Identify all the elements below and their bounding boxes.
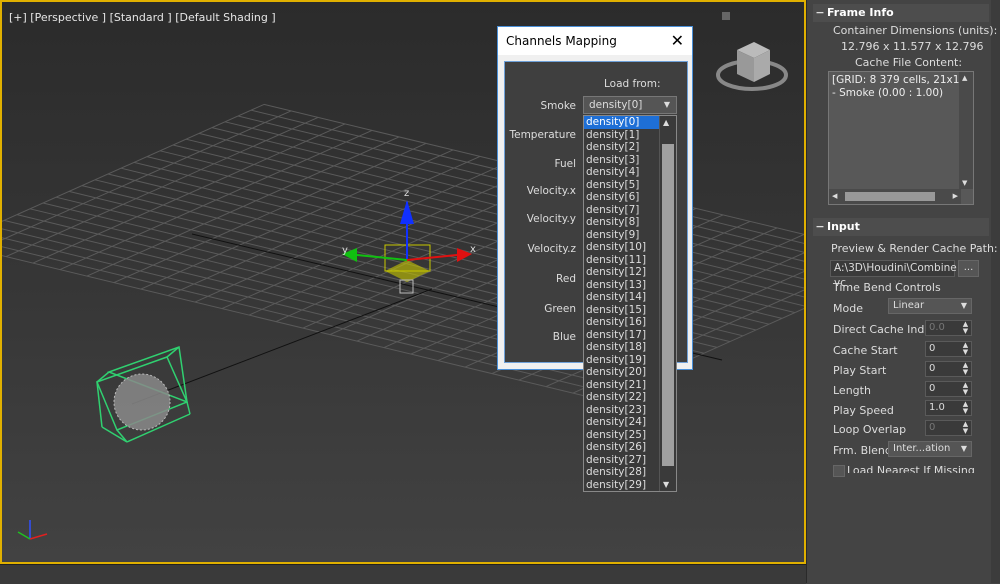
cache-start-label: Cache Start — [833, 344, 898, 357]
cache-content-label: Cache File Content: — [855, 56, 963, 69]
close-icon[interactable]: ✕ — [671, 31, 684, 50]
mode-value: Linear — [893, 300, 925, 311]
row-label-velocity-z: Velocity.z — [527, 243, 576, 255]
rollout-frame-info[interactable]: − Frame Info — [813, 4, 989, 22]
cache-path-label: Preview & Render Cache Path: — [831, 242, 998, 255]
length-value: 0 — [929, 383, 936, 394]
load-nearest-checkbox[interactable] — [833, 465, 845, 477]
frame-blend-dropdown[interactable]: Inter...ation ▼ — [888, 441, 972, 457]
viewport-menu-icon — [722, 12, 730, 20]
spinner-arrows-icon: ▲ ▼ — [962, 400, 969, 415]
play-speed-spinner[interactable]: 1.0 ▲ ▼ — [925, 400, 972, 416]
play-start-spinner[interactable]: 0 ▲ ▼ — [925, 361, 972, 377]
spinner-arrows-icon: ▲ ▼ — [962, 420, 969, 435]
gizmo-x-label: x — [470, 244, 476, 255]
collapse-icon: − — [815, 220, 825, 233]
play-speed-value: 1.0 — [929, 402, 945, 413]
spinner-arrows-icon: ▲ ▼ — [962, 341, 969, 356]
cache-start-value: 0 — [929, 343, 936, 354]
frame-blend-value: Inter...ation — [893, 443, 951, 454]
cache-line: - Smoke (0.00 : 1.00) — [832, 87, 944, 99]
chevron-down-icon: ▼ — [960, 301, 967, 310]
cache-path-field[interactable]: A:\3D\Houdini\Combine vc — [830, 260, 957, 289]
axis-tripod — [17, 520, 48, 540]
cache-line: [GRID: 8 379 cells, 21x19: — [832, 74, 970, 86]
rollout-input[interactable]: − Input — [813, 218, 989, 236]
panel-scrollbar[interactable] — [991, 0, 1000, 583]
cache-start-spinner[interactable]: 0 ▲ ▼ — [925, 341, 972, 357]
play-start-label: Play Start — [833, 364, 887, 377]
smoke-channel-dropdown[interactable]: density[0] ▼ — [583, 96, 677, 114]
loop-overlap-label: Loop Overlap — [833, 423, 907, 436]
play-start-value: 0 — [929, 363, 936, 374]
cache-content-list[interactable]: [GRID: 8 379 cells, 21x19: - Smoke (0.00… — [828, 71, 974, 205]
spinner-arrows-icon: ▲ ▼ — [962, 361, 969, 376]
load-from-label: Load from: — [604, 78, 661, 90]
direct-cache-index-label: Direct Cache Index — [833, 323, 938, 336]
viewport-label[interactable]: [+] [Perspective ] [Standard ] [Default … — [9, 11, 276, 24]
play-speed-label: Play Speed — [833, 404, 894, 417]
length-label: Length — [833, 384, 871, 397]
row-label-velocity-x: Velocity.x — [526, 185, 576, 197]
container-dimensions-label: Container Dimensions (units): — [833, 24, 998, 37]
direct-cache-index-spinner[interactable]: 0.0 ▲ ▼ — [925, 320, 972, 336]
spinner-arrows-icon: ▲ ▼ — [962, 320, 969, 335]
dropdown-scrollbar[interactable]: ▲ ▼ — [659, 116, 676, 491]
time-bend-label: Time Bend Controls — [833, 281, 941, 294]
frame-blend-label: Frm. Blend — [833, 444, 892, 457]
smoke-channel-value: density[0] — [589, 99, 643, 111]
mode-label: Mode — [833, 302, 863, 315]
cache-list-vscrollbar[interactable]: ▲ ▼ — [959, 72, 973, 189]
rollout-title: Input — [827, 220, 860, 233]
loop-overlap-spinner[interactable]: 0 ▲ ▼ — [925, 420, 972, 436]
cache-list-hscrollbar[interactable]: ◀ ▶ — [829, 189, 961, 204]
dialog-title: Channels Mapping — [498, 27, 692, 55]
container-dimensions-value: 12.796 x 11.577 x 12.796 — [841, 40, 984, 53]
scroll-up-icon: ▲ — [663, 118, 670, 127]
channel-dropdown-list[interactable]: density[0] density[1] density[2] density[3]… — [583, 115, 677, 492]
gizmo-y-label: y — [342, 245, 348, 256]
scroll-right-icon: ▶ — [952, 192, 958, 200]
scroll-left-icon: ◀ — [832, 192, 838, 200]
scroll-thumb[interactable] — [662, 144, 674, 466]
row-label-velocity-y: Velocity.y — [526, 213, 576, 225]
rollout-title: Frame Info — [827, 6, 894, 19]
row-label-smoke: Smoke — [540, 100, 576, 112]
scroll-down-icon: ▼ — [663, 480, 670, 489]
row-label-red: Red — [556, 273, 576, 285]
chevron-down-icon: ▼ — [960, 444, 967, 453]
row-label-temperature: Temperature — [509, 129, 576, 141]
scroll-up-icon: ▲ — [962, 74, 968, 82]
load-nearest-label: Load Nearest If Missing — [847, 464, 975, 473]
row-label-fuel: Fuel — [554, 158, 577, 170]
row-label-green: Green — [544, 303, 576, 315]
scroll-thumb[interactable] — [845, 192, 935, 201]
loop-overlap-value: 0 — [929, 422, 936, 433]
direct-cache-index-value: 0.0 — [929, 322, 945, 333]
chevron-down-icon: ▼ — [663, 100, 670, 109]
status-bar — [0, 564, 806, 584]
spinner-arrows-icon: ▲ ▼ — [962, 381, 969, 396]
browse-button[interactable]: ... — [958, 260, 979, 277]
row-label-blue: Blue — [552, 331, 576, 343]
mode-dropdown[interactable]: Linear ▼ — [888, 298, 972, 314]
length-spinner[interactable]: 0 ▲ ▼ — [925, 381, 972, 397]
viewcube[interactable] — [716, 42, 788, 91]
gizmo-z-label: z — [404, 188, 409, 199]
scroll-down-icon: ▼ — [962, 179, 968, 187]
collapse-icon: − — [815, 6, 825, 19]
